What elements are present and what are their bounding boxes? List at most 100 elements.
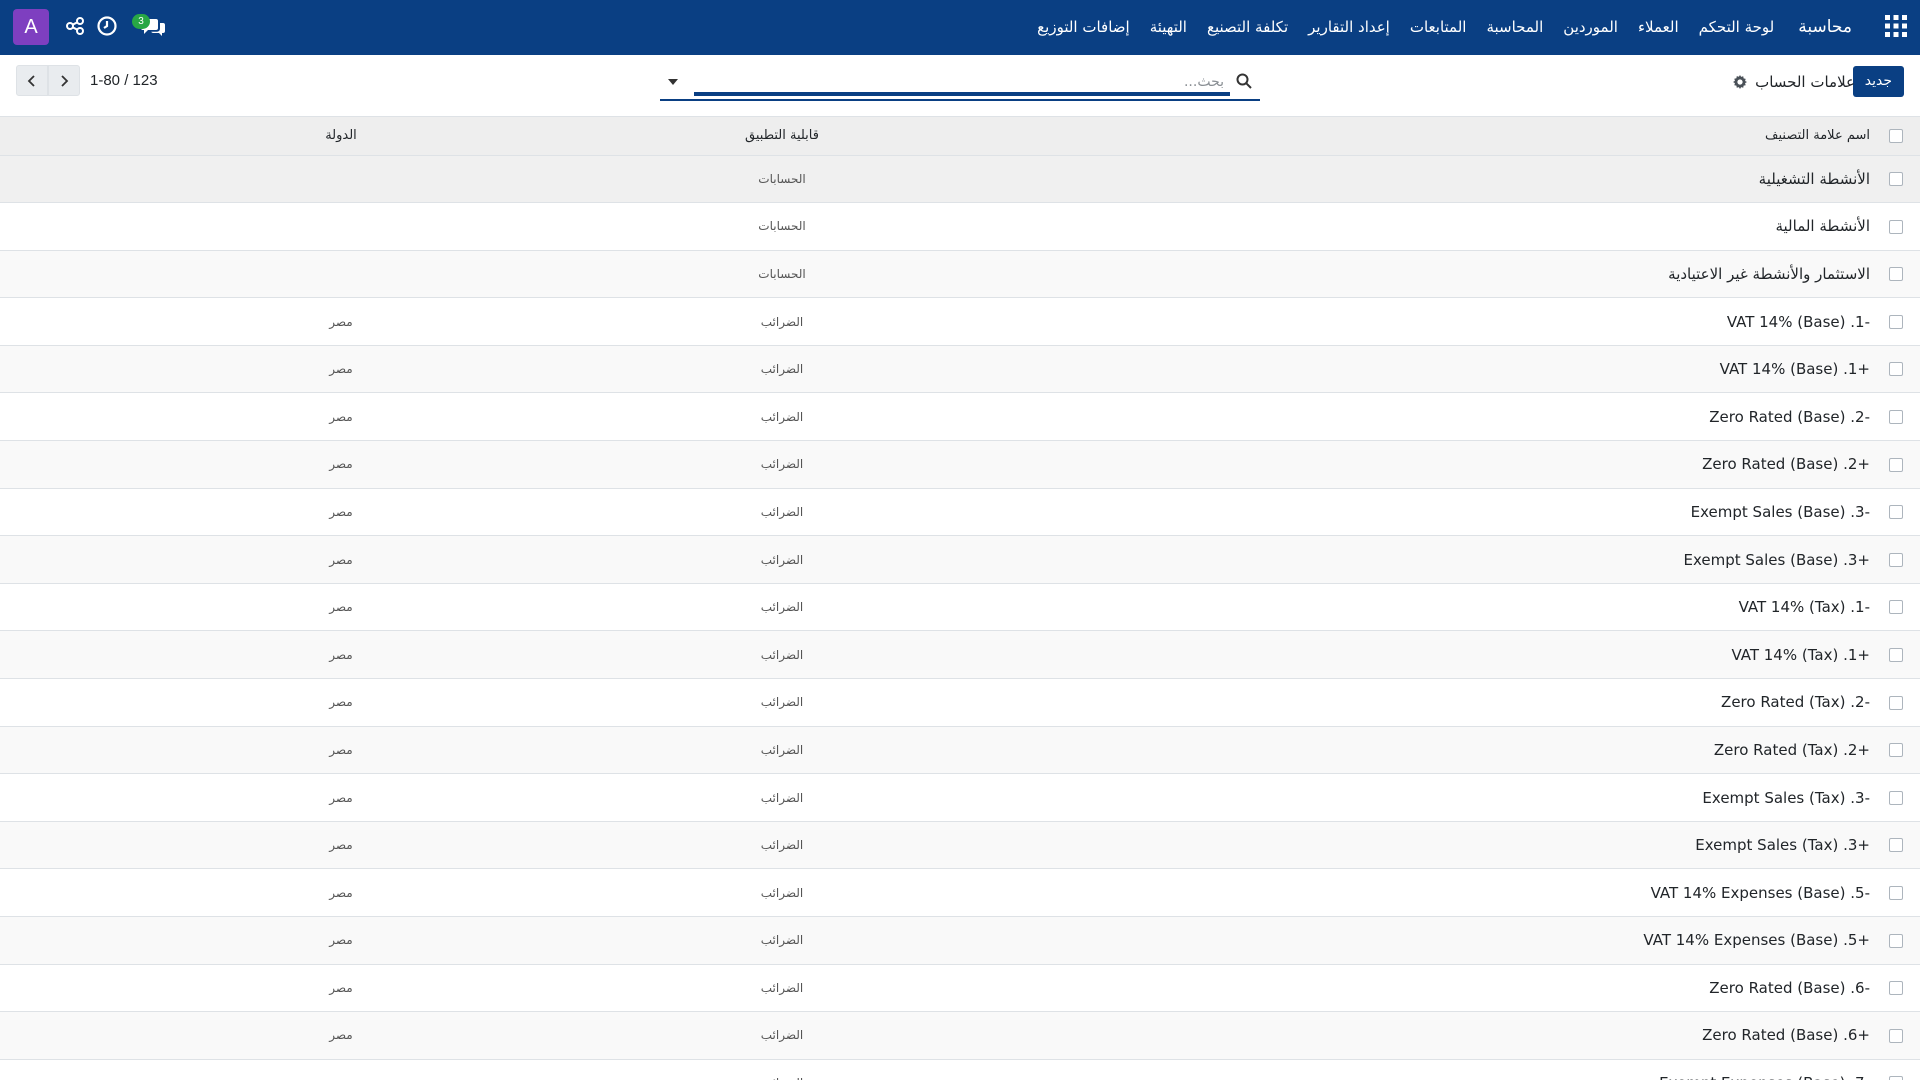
nav-menu-item[interactable]: تكلفة التصنيع xyxy=(1197,0,1298,55)
table-row[interactable]: -6. Zero Rated (Base) الضرائب مصر xyxy=(0,964,1920,1013)
table-row[interactable]: -2. Zero Rated (Tax) الضرائب مصر xyxy=(0,678,1920,727)
row-checkbox[interactable] xyxy=(1889,600,1903,615)
app-grid-icon[interactable] xyxy=(1884,14,1908,38)
nav-menu-item[interactable]: إضافات التوزيع xyxy=(1027,0,1140,55)
column-header-country[interactable]: الدولة xyxy=(0,117,532,156)
cell-name: +2. Zero Rated (Base) xyxy=(1032,440,1872,489)
column-header-applicability[interactable]: قابلية التطبيق xyxy=(532,117,1032,156)
cell-name: +3. Exempt Sales (Base) xyxy=(1032,535,1872,584)
table-row[interactable]: +1. VAT 14% (Base) الضرائب مصر xyxy=(0,345,1920,394)
table-row[interactable]: -5. VAT 14% Expenses (Base) الضرائب مصر xyxy=(0,868,1920,917)
cell-applicability: الضرائب xyxy=(532,821,1032,870)
table-row[interactable]: الاستثمار والأنشطة غير الاعتيادية الحسابا… xyxy=(0,250,1920,299)
cell-country: مصر xyxy=(0,345,532,394)
nav-menu-item[interactable]: التهيئة xyxy=(1140,0,1197,55)
table-row[interactable]: -1. VAT 14% (Base) الضرائب مصر xyxy=(0,297,1920,346)
nav-menu-item[interactable]: لوحة التحكم xyxy=(1689,0,1785,55)
row-checkbox[interactable] xyxy=(1889,885,1903,900)
table-row[interactable]: +5. VAT 14% Expenses (Base) الضرائب مصر xyxy=(0,916,1920,965)
table-row[interactable]: -3. Exempt Sales (Tax) الضرائب مصر xyxy=(0,773,1920,822)
row-select-cell xyxy=(1872,773,1920,822)
cell-name: +6. Zero Rated (Base) xyxy=(1032,1011,1872,1060)
table-row[interactable]: الأنشطة التشغيلية الحسابات xyxy=(0,155,1920,204)
cell-applicability: الحسابات xyxy=(532,250,1032,299)
activity-icon[interactable] xyxy=(64,15,86,37)
row-select-cell xyxy=(1872,678,1920,727)
search-icon xyxy=(1236,73,1252,89)
cell-name: -3. Exempt Sales (Base) xyxy=(1032,488,1872,537)
pager-previous-button[interactable] xyxy=(16,65,48,96)
cell-name: -1. VAT 14% (Tax) xyxy=(1032,583,1872,632)
row-checkbox[interactable] xyxy=(1889,267,1903,282)
row-checkbox[interactable] xyxy=(1889,362,1903,377)
row-checkbox[interactable] xyxy=(1889,838,1903,853)
tag-name: -7. Exempt Expenses (Base) xyxy=(1659,1074,1870,1080)
search-bar xyxy=(660,67,1260,101)
cell-applicability: الضرائب xyxy=(532,297,1032,346)
table-row[interactable]: -7. Exempt Expenses (Base) الضرائبمصر xyxy=(0,1059,1920,1080)
table-row[interactable]: +2. Zero Rated (Base) الضرائب مصر xyxy=(0,440,1920,489)
tag-name: الاستثمار والأنشطة غير الاعتيادية xyxy=(1668,264,1870,283)
table-row[interactable]: -3. Exempt Sales (Base) الضرائب مصر xyxy=(0,488,1920,537)
user-avatar[interactable]: A xyxy=(13,9,49,45)
cell-applicability: الضرائب xyxy=(532,868,1032,917)
table-row[interactable]: +3. Exempt Sales (Base) الضرائب مصر xyxy=(0,535,1920,584)
row-checkbox[interactable] xyxy=(1889,1028,1903,1043)
row-select-cell xyxy=(1872,964,1920,1013)
row-checkbox[interactable] xyxy=(1889,457,1903,472)
table-row[interactable]: +3. Exempt Sales (Tax) الضرائب مصر xyxy=(0,821,1920,870)
cell-applicability: الضرائب xyxy=(532,773,1032,822)
row-checkbox[interactable] xyxy=(1889,743,1903,758)
nav-menu-item[interactable]: العملاء xyxy=(1628,0,1689,55)
cell-name: +2. Zero Rated (Tax) xyxy=(1032,726,1872,775)
tag-name: +3. Exempt Sales (Tax) xyxy=(1695,836,1870,855)
cell-country: مصر xyxy=(0,1011,532,1060)
table-row[interactable]: +1. VAT 14% (Tax) الضرائب مصر xyxy=(0,630,1920,680)
row-checkbox[interactable] xyxy=(1889,790,1903,805)
nav-menu-item[interactable]: المتابعات xyxy=(1400,0,1477,55)
cell-name: -3. Exempt Sales (Tax) xyxy=(1032,773,1872,822)
cell-country: مصر xyxy=(0,726,532,775)
row-checkbox[interactable] xyxy=(1889,219,1903,234)
nav-menu-item[interactable]: إعداد التقارير xyxy=(1298,0,1400,55)
row-checkbox[interactable] xyxy=(1889,695,1903,710)
cell-country: مصر xyxy=(0,678,532,727)
row-checkbox[interactable] xyxy=(1889,647,1903,662)
new-button[interactable]: جديد xyxy=(1852,66,1904,97)
pager-value[interactable]: 1-80 / 123 xyxy=(90,65,158,96)
row-checkbox[interactable] xyxy=(1889,410,1903,425)
table-row[interactable]: +2. Zero Rated (Tax) الضرائب مصر xyxy=(0,726,1920,775)
nav-menu-item[interactable]: الموردين xyxy=(1553,0,1628,55)
row-checkbox[interactable] xyxy=(1889,172,1903,187)
cell-name: +3. Exempt Sales (Tax) xyxy=(1032,821,1872,870)
tag-name: الأنشطة التشغيلية xyxy=(1758,169,1870,188)
cell-applicability: الضرائب xyxy=(532,1011,1032,1060)
table-row[interactable]: الأنشطة المالية الحسابات xyxy=(0,202,1920,251)
cell-applicability: الضرائب xyxy=(532,535,1032,584)
row-select-cell xyxy=(1872,1059,1920,1080)
pager-next-button[interactable] xyxy=(48,65,80,96)
row-select-cell xyxy=(1872,821,1920,870)
gear-icon[interactable] xyxy=(1733,74,1748,89)
row-checkbox[interactable] xyxy=(1889,933,1903,948)
select-all-checkbox[interactable] xyxy=(1889,128,1903,143)
row-checkbox[interactable] xyxy=(1889,505,1903,520)
clock-icon[interactable] xyxy=(96,15,118,37)
row-checkbox[interactable] xyxy=(1889,1076,1903,1080)
cell-applicability: الضرائب xyxy=(532,440,1032,489)
tag-name: -5. VAT 14% Expenses (Base) xyxy=(1650,883,1870,902)
cell-name: -1. VAT 14% (Base) xyxy=(1032,297,1872,346)
cell-country: مصر xyxy=(0,488,532,537)
row-checkbox[interactable] xyxy=(1889,552,1903,567)
column-header-name[interactable]: اسم علامة التصنيف xyxy=(1032,117,1872,156)
row-checkbox[interactable] xyxy=(1889,981,1903,996)
table-row[interactable]: -1. VAT 14% (Tax) الضرائب مصر xyxy=(0,583,1920,632)
caret-down-icon[interactable] xyxy=(666,75,680,89)
nav-brand[interactable]: محاسبة xyxy=(1784,0,1862,55)
nav-menu-item[interactable]: المحاسبة xyxy=(1476,0,1553,55)
row-checkbox[interactable] xyxy=(1889,314,1903,329)
cell-country: مصر xyxy=(0,297,532,346)
table-row[interactable]: -2. Zero Rated (Base) الضرائب مصر xyxy=(0,392,1920,442)
cell-country: مصر xyxy=(0,392,532,442)
table-row[interactable]: +6. Zero Rated (Base) الضرائب مصر xyxy=(0,1011,1920,1060)
